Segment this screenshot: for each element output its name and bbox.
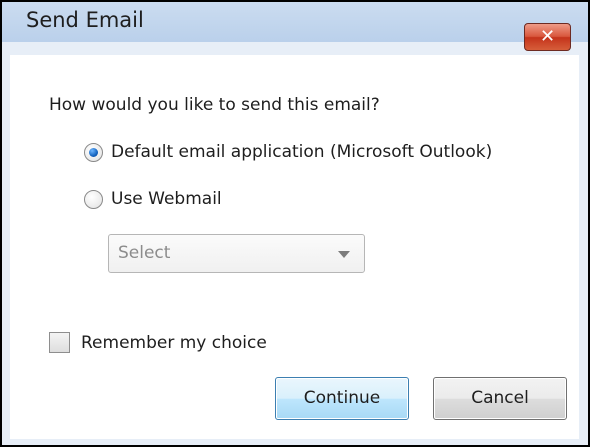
close-icon: ✕ xyxy=(539,26,556,47)
option-default-email[interactable]: Default email application (Microsoft Out… xyxy=(84,142,492,162)
dialog-title: Send Email xyxy=(26,8,144,32)
remember-choice-checkbox[interactable] xyxy=(49,332,70,353)
webmail-radio[interactable] xyxy=(84,189,103,209)
send-email-dialog: Send Email ✕ How would you like to send … xyxy=(0,0,590,447)
webmail-label: Use Webmail xyxy=(111,189,222,209)
option-webmail[interactable]: Use Webmail xyxy=(84,189,222,209)
question-text: How would you like to send this email? xyxy=(49,95,380,115)
default-email-label: Default email application (Microsoft Out… xyxy=(111,142,493,162)
continue-button[interactable]: Continue xyxy=(275,377,409,420)
webmail-select-value: Select xyxy=(118,243,171,263)
chevron-down-icon xyxy=(338,251,350,258)
title-bar[interactable]: Send Email xyxy=(2,2,588,42)
remember-choice-label: Remember my choice xyxy=(81,332,267,353)
close-button[interactable]: ✕ xyxy=(524,23,571,51)
dialog-content: How would you like to send this email? D… xyxy=(10,55,579,439)
webmail-select[interactable]: Select xyxy=(108,234,365,273)
remember-choice-row[interactable]: Remember my choice xyxy=(49,332,267,353)
cancel-button[interactable]: Cancel xyxy=(433,377,567,420)
default-email-radio[interactable] xyxy=(84,142,103,162)
page: Send Email ✕ How would you like to send … xyxy=(0,0,590,447)
